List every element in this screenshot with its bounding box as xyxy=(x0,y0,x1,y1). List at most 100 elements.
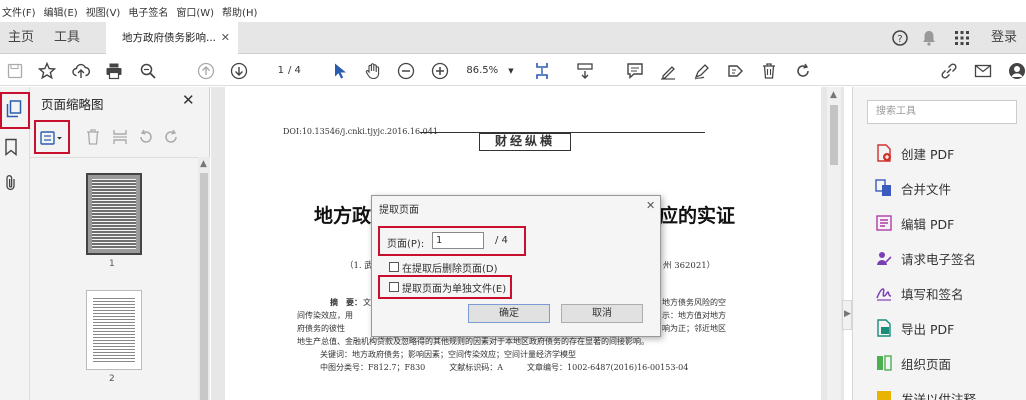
comment-icon[interactable] xyxy=(624,60,646,82)
bell-icon[interactable] xyxy=(922,30,936,46)
rotate-icon[interactable] xyxy=(792,60,814,82)
trash-icon[interactable] xyxy=(758,60,780,82)
email-icon[interactable] xyxy=(972,60,994,82)
page-field-input[interactable]: 1 xyxy=(432,232,484,249)
delete-page-icon[interactable] xyxy=(86,128,100,149)
tool-label-combine-files: 合并文件 xyxy=(901,181,952,197)
column-banner: 财经纵横 xyxy=(479,133,571,151)
zoom-search-icon[interactable] xyxy=(137,60,159,82)
tool-label-send-for-comment: 发送以供注释 xyxy=(901,391,977,400)
chevron-down-icon: ▼ xyxy=(508,67,514,75)
tool-organize-pages[interactable]: 组织页面 xyxy=(875,352,951,374)
next-page-icon[interactable] xyxy=(228,60,250,82)
extract-as-separate-files-label: 提取页面为单独文件(E) xyxy=(402,284,507,295)
dialog-page-total: / 4 xyxy=(495,235,508,246)
tool-label-export-pdf: 导出 PDF xyxy=(901,321,955,337)
document-scrollbar[interactable]: ▲ xyxy=(827,87,841,400)
abstract-line3-left: 府债务的彼性 xyxy=(297,324,345,333)
star-icon[interactable] xyxy=(36,60,58,82)
delete-after-extract-checkbox[interactable] xyxy=(389,262,399,272)
abstract-line2-left: 间传染效应，用 xyxy=(297,311,353,320)
save-icon[interactable] xyxy=(4,60,26,82)
create-pdf-icon xyxy=(877,144,891,162)
scroll-up-icon[interactable]: ▲ xyxy=(200,159,207,169)
tool-request-esign[interactable]: 请求电子签名 xyxy=(875,247,976,269)
close-panel-icon[interactable]: ✕ xyxy=(182,91,195,109)
dialog-close-icon[interactable]: ✕ xyxy=(646,199,655,212)
tool-fill-sign[interactable]: 填写和签名 xyxy=(875,282,964,304)
article-title-left: 地方政 xyxy=(314,205,372,227)
stamp-icon[interactable] xyxy=(724,60,746,82)
tab-bar: 主页 工具 地方政府债务影响... ✕ ? 登录 xyxy=(0,22,1026,54)
tool-combine-files[interactable]: 合并文件 xyxy=(875,177,951,199)
tool-label-fill-sign: 填写和签名 xyxy=(901,286,964,302)
abstract-line3-right: 响为正；邻近地区 xyxy=(662,324,726,333)
classification-line: 中图分类号：F812.7；F830 文献标识码：A 文章编号：1002-6487… xyxy=(320,363,689,372)
thumbnail-label-2: 2 xyxy=(109,374,115,384)
organize-pages-icon xyxy=(877,355,892,371)
page-thumbnail-1[interactable] xyxy=(86,173,142,255)
tool-send-for-comment[interactable]: 发送以供注释 xyxy=(875,387,976,400)
tool-create-pdf[interactable]: 创建 PDF xyxy=(875,142,954,164)
select-cursor-icon[interactable] xyxy=(329,60,351,82)
page-number-input[interactable]: 1 xyxy=(262,62,284,80)
zoom-level-select[interactable]: 86.5% ▼ xyxy=(460,62,520,80)
extract-as-separate-files-checkbox[interactable] xyxy=(389,282,399,292)
highlight-pen-icon[interactable] xyxy=(657,60,679,82)
tab-home[interactable]: 主页 xyxy=(8,22,34,54)
scroll-mode-icon[interactable] xyxy=(574,60,596,82)
help-icon[interactable]: ? xyxy=(892,30,908,46)
fit-page-icon[interactable] xyxy=(533,60,555,82)
extract-page-icon[interactable] xyxy=(112,128,128,149)
ok-button[interactable]: 确定 xyxy=(468,304,550,323)
cancel-button[interactable]: 取消 xyxy=(561,304,643,323)
tool-label-request-esign: 请求电子签名 xyxy=(901,251,977,267)
doc-scroll-thumb[interactable] xyxy=(830,105,838,165)
tool-edit-pdf[interactable]: 编辑 PDF xyxy=(875,212,954,234)
bookmark-icon[interactable] xyxy=(4,138,18,159)
link-share-icon[interactable] xyxy=(938,60,960,82)
rotate-ccw-icon[interactable] xyxy=(137,128,155,149)
menu-file[interactable]: 文件(F) xyxy=(2,4,36,19)
tab-document[interactable]: 地方政府债务影响... ✕ xyxy=(106,22,238,54)
tools-panel: 搜索工具 创建 PDF 合并文件 编辑 PDF 请求电子签名 填写和签名 导出 … xyxy=(852,87,1026,400)
tool-label-organize-pages: 组织页面 xyxy=(901,356,952,372)
draw-pen-icon[interactable] xyxy=(691,60,713,82)
send-comment-icon xyxy=(877,391,891,400)
apps-grid-icon[interactable] xyxy=(954,30,970,46)
close-tab-icon[interactable]: ✕ xyxy=(221,22,230,54)
menu-edit[interactable]: 编辑(E) xyxy=(44,4,78,19)
export-pdf-icon xyxy=(877,319,891,337)
options-highlight-frame xyxy=(34,120,70,154)
menu-window[interactable]: 窗口(W) xyxy=(176,4,214,19)
previous-page-icon[interactable] xyxy=(195,60,217,82)
upload-cloud-icon[interactable] xyxy=(70,60,92,82)
thumbnail-label-1: 1 xyxy=(109,259,115,269)
menu-esign[interactable]: 电子签名 xyxy=(128,4,168,19)
thumbnail-scrollbar[interactable]: ▲ xyxy=(198,157,210,400)
menu-view[interactable]: 视图(V) xyxy=(86,4,121,19)
menu-help[interactable]: 帮助(H) xyxy=(222,4,257,19)
user-share-icon[interactable] xyxy=(1006,60,1026,82)
doc-scroll-up-icon[interactable]: ▲ xyxy=(830,90,837,100)
rotate-cw-icon[interactable] xyxy=(162,128,180,149)
fill-sign-icon xyxy=(876,288,892,301)
hand-tool-icon[interactable] xyxy=(362,60,384,82)
menu-bar: 文件(F) 编辑(E) 视图(V) 电子签名 窗口(W) 帮助(H) xyxy=(0,0,1026,22)
attachment-paperclip-icon[interactable] xyxy=(4,174,18,195)
zoom-in-icon[interactable] xyxy=(429,60,451,82)
login-button[interactable]: 登录 xyxy=(991,22,1017,54)
page-field-label: 页面(P): xyxy=(387,239,425,250)
zoom-out-icon[interactable] xyxy=(395,60,417,82)
article-title-right: 应的实证 xyxy=(659,205,736,227)
search-tools-input[interactable]: 搜索工具 xyxy=(867,100,1017,124)
zoom-level-value: 86.5% xyxy=(466,65,499,76)
tool-export-pdf[interactable]: 导出 PDF xyxy=(875,317,954,339)
thumbnail-panel: 页面缩略图 ✕ 1 2 ▲ xyxy=(30,87,210,400)
extract-pages-dialog: 提取页面 ✕ 页面(P): 1 / 4 在提取后删除页面(D) 提取页面为单独文… xyxy=(371,195,661,337)
collapse-right-panel-handle[interactable]: ▶ xyxy=(842,300,852,330)
print-icon[interactable] xyxy=(103,60,125,82)
page-thumbnail-2[interactable] xyxy=(86,290,142,370)
tab-tools[interactable]: 工具 xyxy=(54,22,80,54)
thumbnail-panel-title: 页面缩略图 xyxy=(41,97,104,112)
